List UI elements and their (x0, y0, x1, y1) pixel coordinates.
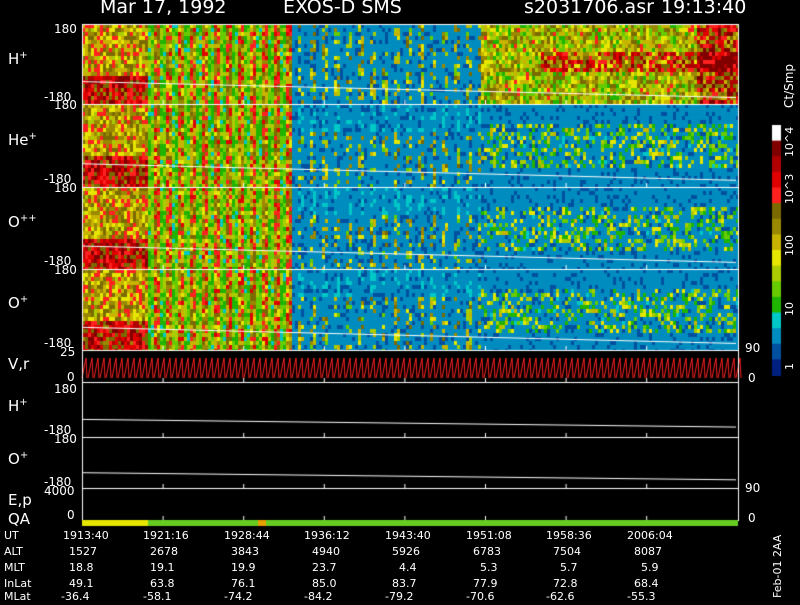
mlat-tick: -70.6 (466, 590, 495, 603)
panel-label-vr: V,r (8, 355, 30, 373)
mlt-tick: 4.4 (399, 561, 417, 574)
inlat-tick: 68.4 (634, 577, 659, 590)
row-label: InLat (4, 577, 32, 590)
mlt-tick: 19.9 (231, 561, 256, 574)
ut-tick: 1958:36 (546, 529, 592, 542)
opp-axis-top: 180 (54, 181, 77, 195)
mlat-tick: -84.2 (304, 590, 333, 603)
inlat-tick: 83.7 (392, 577, 417, 590)
colorbar-unit: Ct/Smp (782, 63, 796, 108)
alt-tick: 6783 (473, 545, 501, 558)
colorbar-tick-1k: 10^3 (783, 173, 796, 204)
mlt-tick: 19.1 (150, 561, 175, 574)
panel-label-ep: E,p (8, 491, 32, 509)
inlat-tick: 85.0 (312, 577, 337, 590)
alt-tick: 7504 (553, 545, 581, 558)
panel-label-o-plusplus: O++ (8, 213, 37, 231)
instrument-title: EXOS-D SMS (283, 0, 402, 18)
panel-label-he-plus: He+ (8, 131, 37, 149)
mlat-row: MLat -36.4 -58.1 -74.2 -84.2 -79.2 -70.6… (0, 590, 800, 605)
alt-tick: 5926 (392, 545, 420, 558)
ut-tick: 1921:16 (143, 529, 189, 542)
ut-row: UT 1913:40 1921:16 1928:44 1936:12 1943:… (0, 529, 800, 544)
alt-tick: 1527 (69, 545, 97, 558)
mlt-tick: 23.7 (312, 561, 337, 574)
mlt-tick: 18.8 (69, 561, 94, 574)
colorbar-tick-100: 100 (783, 235, 796, 256)
ep-axis-top: 4000 (44, 484, 75, 498)
date-title: Mar 17, 1992 (100, 0, 227, 18)
he-axis-top: 180 (54, 98, 77, 112)
ep-right-top: 90 (745, 481, 761, 495)
mlat-tick: -74.2 (224, 590, 253, 603)
mlt-tick: 5.7 (560, 561, 578, 574)
inlat-tick: 76.1 (231, 577, 256, 590)
vr-right-top: 90 (745, 341, 761, 355)
ut-tick: 2006:04 (627, 529, 673, 542)
mlt-row: MLT 18.8 19.1 19.9 23.7 4.4 5.3 5.7 5.9 (0, 561, 800, 576)
ut-tick: 1943:40 (385, 529, 431, 542)
h-axis-top: 180 (54, 22, 77, 36)
vr-axis-top: 25 (60, 345, 76, 359)
ut-tick: 1928:44 (224, 529, 270, 542)
panel-label-qa: QA (8, 510, 31, 528)
vr-right-zero: 0 (748, 371, 756, 385)
colorbar-tick-10: 10 (783, 302, 796, 316)
file-name: s2031706.asr (524, 0, 654, 18)
panel-label-h-plus-pitch: H+ (8, 397, 28, 415)
row-label: MLat (4, 590, 31, 603)
row-label: MLT (4, 561, 25, 574)
colorbar-tick-10k: 10^4 (783, 126, 796, 157)
row-label: ALT (4, 545, 23, 558)
alt-tick: 4940 (312, 545, 340, 558)
row-label: UT (4, 529, 19, 542)
inlat-tick: 77.9 (473, 577, 498, 590)
panel-label-o-plus: O+ (8, 294, 29, 312)
inlat-tick: 63.8 (150, 577, 175, 590)
alt-tick: 2678 (150, 545, 178, 558)
alt-tick: 8087 (634, 545, 662, 558)
ut-tick: 1951:08 (466, 529, 512, 542)
mlt-tick: 5.3 (480, 561, 498, 574)
alt-tick: 3843 (231, 545, 259, 558)
mlat-tick: -55.3 (627, 590, 656, 603)
ep-right-zero: 0 (748, 511, 756, 525)
ep-axis-zero: 0 (67, 508, 75, 522)
op-axis-top: 180 (54, 263, 77, 277)
mlt-tick: 5.9 (641, 561, 659, 574)
header-time: 19:13:40 (661, 0, 747, 18)
inlat-tick: 49.1 (69, 577, 94, 590)
h-pitch-axis-top: 180 (54, 382, 77, 396)
mlat-tick: -79.2 (385, 590, 414, 603)
inlat-tick: 72.8 (553, 577, 578, 590)
mlat-tick: -58.1 (143, 590, 172, 603)
alt-row: ALT 1527 2678 3843 4940 5926 6783 7504 8… (0, 545, 800, 560)
mlat-tick: -62.6 (546, 590, 575, 603)
ut-tick: 1913:40 (63, 529, 109, 542)
spectrogram-canvas (0, 0, 800, 600)
mlat-tick: -36.4 (61, 590, 90, 603)
colorbar-tick-1: 1 (783, 363, 796, 370)
o-pitch-axis-top: 180 (54, 432, 77, 446)
ut-tick: 1936:12 (304, 529, 350, 542)
panel-label-o-plus-pitch: O+ (8, 450, 29, 468)
panel-label-h-plus: H+ (8, 50, 28, 68)
